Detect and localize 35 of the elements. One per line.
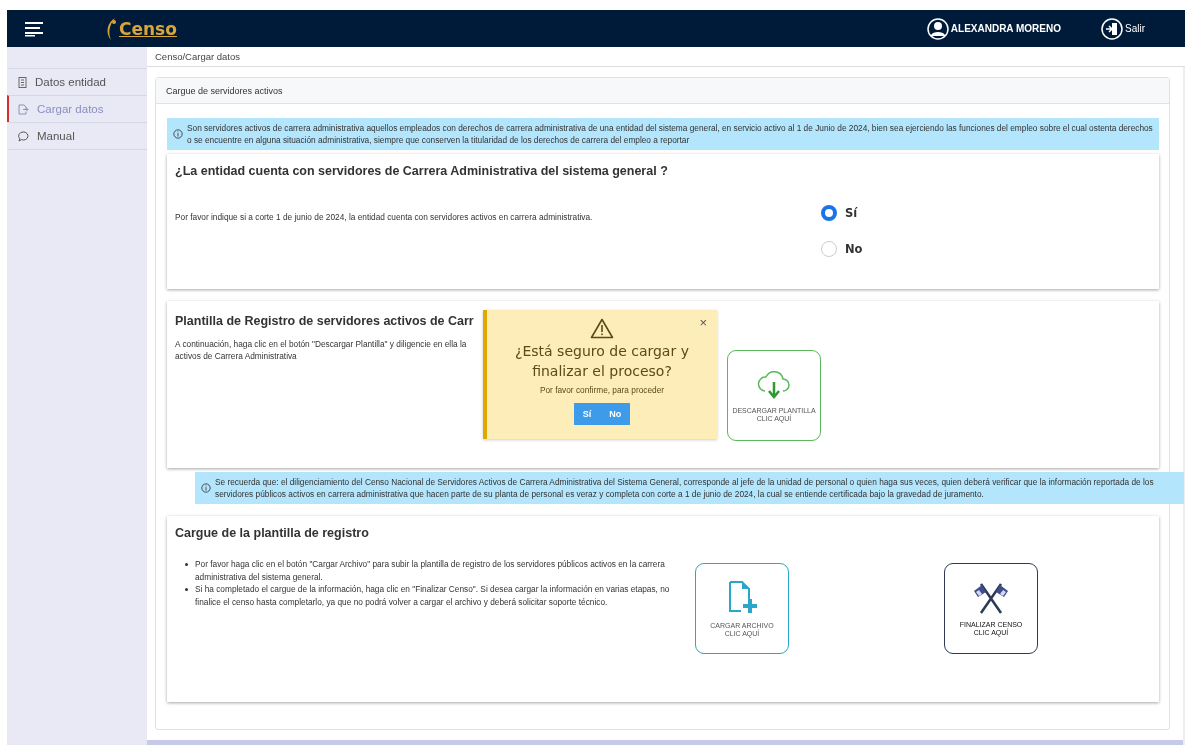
bullet-icon [185, 563, 188, 566]
menu-icon[interactable] [25, 20, 45, 37]
exit-door-icon [1101, 17, 1123, 40]
bullet-icon [185, 588, 188, 591]
breadcrumb: Censo/Cargar datos [147, 47, 1185, 67]
template-text: A continuación, haga clic en el botón "Descargar Plantilla" y diligencie en ella la activos de Carrera Administrativa [175, 338, 467, 362]
reminder-text: Se recuerda que: el diligenciamiento del Censo Nacional de Servidores Activos de Carrera Administrativa del Sistema General, corresponde al jefe de la unidad de personal o quien haga sus veces, quien deberá verificar que la información reportada de los servidores públicos activos en carrera administrativa que hacen parte de su planta de personal es veraz y completa con corte a 1 de junio de 2024, la cual se entiende certificada bajo la gravedad de juramento. [215, 476, 1155, 500]
logo-text[interactable]: Censo [119, 18, 177, 39]
radio-option[interactable]: No [821, 240, 1151, 257]
info-icon [173, 129, 183, 139]
radio-circle[interactable] [821, 204, 837, 221]
instruction-item: Si ha completado el cargue de la información, haga clic en "Finalizar Censo". Si desea cargar la información en varias etapas, no finalice el censo hasta completarlo, ya que no podrá volver a cargar el archivo y deberá solicitar soporte técnico. [195, 583, 671, 608]
warning-icon [590, 318, 614, 339]
question-title: ¿La entidad cuenta con servidores de Carrera Administrativa del sistema general ? [175, 164, 669, 180]
cloud-download-icon [756, 368, 792, 401]
close-button[interactable]: × [699, 316, 707, 329]
toast-text: Por favor confirme, para proceder [539, 385, 665, 395]
toast-title: ¿Está seguro de cargar y finalizar el proceso? [514, 342, 690, 381]
sidebar-item[interactable]: Manual [7, 122, 147, 150]
radio-option[interactable]: Sí [821, 204, 1151, 221]
logout-button[interactable]: Salir [1101, 17, 1145, 40]
question-text: Por favor indique si a corte 1 de junio de 2024, la entidad cuenta con servidores activos en carrera administrativa. [175, 210, 594, 224]
template-title: Plantilla de Registro de servidores activos de Carr [175, 314, 474, 328]
upload-title: Cargue de la plantilla de registro [175, 526, 370, 540]
building-icon [18, 76, 27, 88]
info-icon [201, 483, 211, 493]
swoosh-icon [105, 16, 117, 41]
user-name: ALEXANDRA MORENO [950, 23, 1061, 34]
card-title: Cargue de servidores activos [156, 78, 1169, 104]
chat-icon [18, 130, 29, 142]
radio-circle[interactable] [821, 240, 837, 257]
user-avatar-icon [926, 17, 949, 40]
instruction-item: Por favor haga clic en el botón "Cargar Archivo" para subir la plantilla de registro de los servidores públicos activos en la carrera administrativa del sistema general. [195, 558, 666, 583]
info-text: Son servidores activos de carrera administrativa aquellos empleados con derechos de carrera administrativa de una entidad del sistema general, en servicio activo al 1 de Junio de 2024, bien sea ejerciendo las funciones del empleo sobre el cual ostenta derechos o se encuentre en alguna situación administrativa, siempre que conserven la titularidad de los derechos de carrera del empleo a reportar [187, 122, 1153, 146]
file-arrow-icon [18, 103, 29, 115]
